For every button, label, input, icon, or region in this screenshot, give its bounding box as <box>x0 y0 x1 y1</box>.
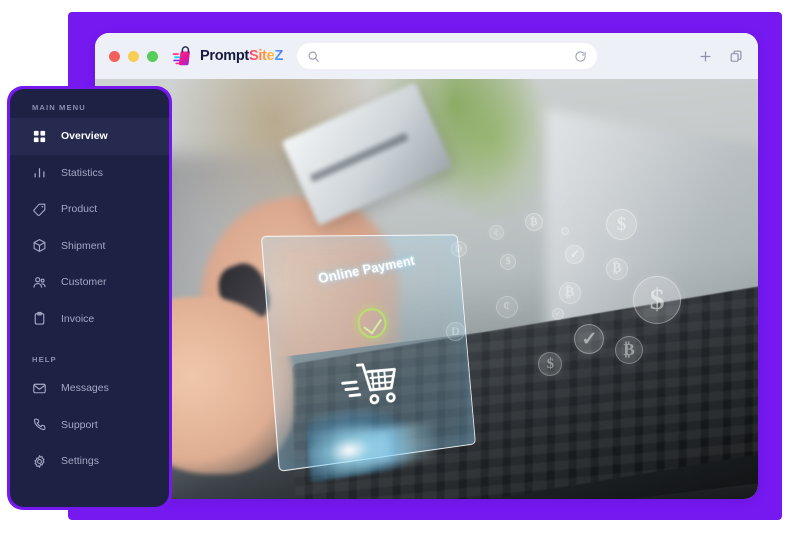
copy-icon[interactable] <box>729 49 744 64</box>
currency-coin: ✓ <box>551 307 564 320</box>
sidebar-item-messages[interactable]: Messages <box>10 370 169 407</box>
brand-logo-text: PromptSiteZ <box>200 48 283 64</box>
browser-window: PromptSiteZ ₿ ¢ $ ✓ ₿ $ ₿ ¢ ✓ $ ✓ ₿ $ On… <box>95 33 758 499</box>
box-icon <box>32 238 47 253</box>
currency-coin: $ <box>633 275 682 324</box>
search-input[interactable] <box>319 50 574 62</box>
floating-currency-coins: ₿¢$✓₿$D₿¢✓$✓D₿$ <box>445 209 691 411</box>
clipboard-icon <box>32 311 47 326</box>
online-payment-photo: ₿¢$✓₿$D₿¢✓$✓D₿$ Online Payment <box>95 79 758 499</box>
currency-coin: ₿ <box>615 336 644 365</box>
browser-toolbar: PromptSiteZ <box>95 33 758 79</box>
phone-icon <box>32 417 47 432</box>
sidebar-item-shipment[interactable]: Shipment <box>10 228 169 265</box>
address-search-bar[interactable] <box>296 43 597 69</box>
logo-text-part2: Site <box>248 48 275 64</box>
window-traffic-lights <box>109 50 158 62</box>
sidebar-item-label: Statistics <box>61 166 104 179</box>
sidebar-item-product[interactable]: Product <box>10 191 169 228</box>
page-content-photo: ₿¢$✓₿$D₿¢✓$✓D₿$ Online Payment <box>95 79 758 499</box>
currency-coin: ₿ <box>558 281 581 304</box>
sidebar-section-label: MAIN MENU <box>32 103 86 112</box>
currency-coin: ₿ <box>606 257 629 280</box>
sidebar-item-overview[interactable]: Overview <box>10 118 169 155</box>
holographic-payment-panel: Online Payment <box>260 234 476 483</box>
currency-coin: ₿ <box>524 213 543 232</box>
close-window-button[interactable] <box>109 50 120 62</box>
sidebar-nav: MAIN MENU Overview Statistics Product Shipme… <box>10 89 169 507</box>
currency-coin <box>560 227 569 236</box>
minimize-window-button[interactable] <box>128 50 139 62</box>
currency-coin: $ <box>538 352 563 377</box>
currency-coin: ✓ <box>565 245 585 265</box>
logo-text-part3: Z <box>274 48 283 64</box>
sidebar-item-label: Shipment <box>61 239 106 252</box>
gear-icon <box>32 454 47 469</box>
shopping-bag-icon <box>172 44 196 68</box>
currency-coin: ¢ <box>495 295 518 318</box>
currency-coin: ¢ <box>488 225 504 241</box>
sidebar-section-label: HELP <box>32 355 57 364</box>
toolbar-actions <box>682 49 744 64</box>
search-icon <box>307 50 320 63</box>
sidebar-item-label: Support <box>61 418 98 431</box>
sidebar-item-customer[interactable]: Customer <box>10 264 169 301</box>
logo-text-part1: Prompt <box>200 48 249 64</box>
reload-icon[interactable] <box>574 50 587 63</box>
bar-chart-icon <box>32 165 47 180</box>
sidebar-panel: MAIN MENU Overview Statistics Product Shipme… <box>7 86 172 510</box>
sidebar-item-label: Product <box>61 203 98 216</box>
sidebar-item-label: Overview <box>61 130 108 143</box>
grid-icon <box>32 129 47 144</box>
currency-coin: ✓ <box>574 324 605 355</box>
sidebar-item-label: Messages <box>61 382 109 395</box>
envelope-icon <box>32 381 47 396</box>
shopping-cart-icon <box>338 355 402 413</box>
sidebar-item-settings[interactable]: Settings <box>10 443 169 480</box>
users-icon <box>32 275 47 290</box>
sidebar-item-invoice[interactable]: Invoice <box>10 301 169 338</box>
plus-icon[interactable] <box>698 49 713 64</box>
sidebar-item-label: Invoice <box>61 312 95 325</box>
sidebar-item-label: Settings <box>61 455 99 468</box>
holo-title: Online Payment <box>315 253 416 288</box>
check-circle-icon <box>355 307 387 340</box>
sidebar-item-support[interactable]: Support <box>10 407 169 444</box>
maximize-window-button[interactable] <box>147 50 158 62</box>
brand-logo[interactable]: PromptSiteZ <box>172 44 283 68</box>
sidebar-item-statistics[interactable]: Statistics <box>10 155 169 192</box>
currency-coin: $ <box>500 253 517 270</box>
sidebar-item-label: Customer <box>61 276 107 289</box>
currency-coin: $ <box>606 209 638 241</box>
screenshot-root: PromptSiteZ ₿ ¢ $ ✓ ₿ $ ₿ ¢ ✓ $ ✓ ₿ $ On… <box>0 0 800 558</box>
tag-icon <box>32 202 47 217</box>
